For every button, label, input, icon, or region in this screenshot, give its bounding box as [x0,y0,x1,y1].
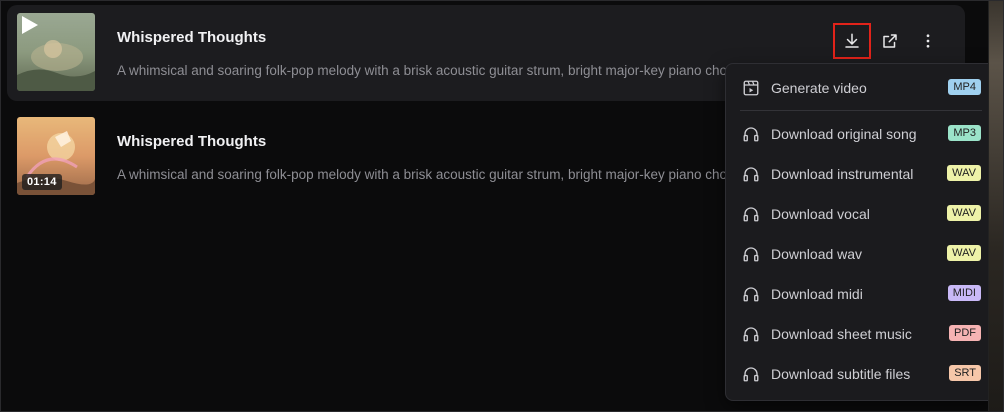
more-options-button[interactable] [909,23,947,59]
track-description: A whimsical and soaring folk-pop melody … [117,63,729,78]
menu-item-label: Download original song [771,126,917,142]
menu-item-download-subtitles[interactable]: Download subtitle files SRT [726,356,996,392]
menu-item-label: Download vocal [771,206,870,222]
track-title[interactable]: Whispered Thoughts [117,29,266,46]
track-description: A whimsical and soaring folk-pop melody … [117,167,729,182]
share-button[interactable] [871,23,909,59]
app-window: Whispered Thoughts A whimsical and soari… [0,0,1004,412]
headphones-icon [743,127,759,142]
download-button[interactable] [833,23,871,59]
menu-item-label: Download midi [771,286,863,302]
menu-item-label: Download sheet music [771,326,912,342]
track-cover[interactable]: 01:14 [17,117,95,195]
track-cover[interactable] [17,13,95,91]
download-icon [845,33,859,48]
headphones-icon [743,167,759,182]
track-actions [833,23,947,59]
format-badge: MIDI [947,285,981,301]
track-title[interactable]: Whispered Thoughts [117,133,266,150]
menu-item-download-original[interactable]: Download original song MP3 [726,116,996,152]
headphones-icon [743,207,759,222]
format-badge: WAV [947,205,981,221]
headphones-icon [743,367,759,382]
external-link-icon [883,34,897,48]
headphones-icon [743,247,759,262]
video-icon [743,80,759,96]
menu-item-download-instrumental[interactable]: Download instrumental WAV [726,156,996,192]
menu-item-label: Download instrumental [771,166,914,182]
menu-item-download-wav[interactable]: Download wav WAV [726,236,996,272]
format-badge: SRT [949,365,981,381]
headphones-icon [743,327,759,342]
more-vertical-icon [926,34,930,48]
format-badge: PDF [949,325,981,341]
background-panel-edge [988,1,1003,411]
download-menu: Generate video MP4 Download original son… [725,63,997,401]
menu-item-label: Download wav [771,246,863,262]
menu-item-generate-video[interactable]: Generate video MP4 [726,70,996,106]
menu-item-download-sheet-music[interactable]: Download sheet music PDF [726,316,996,352]
format-badge: MP4 [948,79,981,95]
duration-badge: 01:14 [22,174,62,190]
format-badge: WAV [947,245,981,261]
format-badge: WAV [947,165,981,181]
format-badge: MP3 [948,125,981,141]
menu-item-label: Generate video [771,80,867,96]
headphones-icon [743,287,759,302]
menu-item-download-midi[interactable]: Download midi MIDI [726,276,996,312]
play-icon[interactable] [17,13,41,37]
menu-item-download-vocal[interactable]: Download vocal WAV [726,196,996,232]
menu-divider [740,110,982,111]
menu-item-label: Download subtitle files [771,366,911,382]
